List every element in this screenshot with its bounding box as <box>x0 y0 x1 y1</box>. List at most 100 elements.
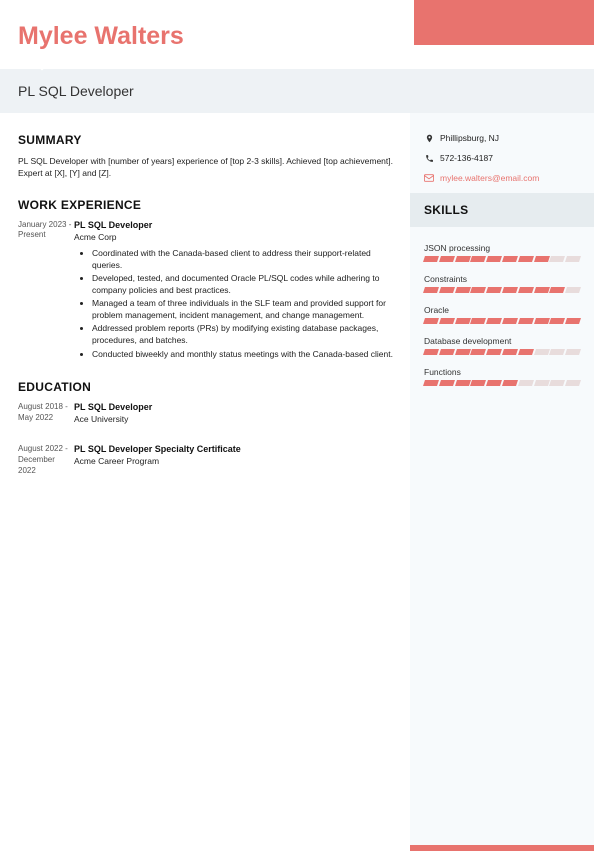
sidebar-column: Phillipsburg, NJ 572-136-4187 mylee.walt… <box>410 113 594 851</box>
summary-section: SUMMARY PL SQL Developer with [number of… <box>18 133 398 180</box>
skill-segment <box>565 287 581 293</box>
skill-name: Oracle <box>424 305 580 315</box>
work-company: Acme Corp <box>74 232 398 242</box>
skill-segment <box>565 380 581 386</box>
work-bullet: Addressed problem reports (PRs) by modif… <box>92 323 398 347</box>
skill-segment <box>439 380 455 386</box>
skill-name: JSON processing <box>424 243 580 253</box>
skill-name: Constraints <box>424 274 580 284</box>
skill-segment <box>423 256 439 262</box>
skill-segment <box>502 380 518 386</box>
skill-segment <box>486 380 502 386</box>
skill-segment <box>486 256 502 262</box>
skill-segment <box>518 256 534 262</box>
skill-item: Constraints <box>424 274 580 293</box>
skill-segment <box>565 256 581 262</box>
skill-segment <box>423 380 439 386</box>
skill-bar <box>424 318 580 324</box>
skill-segment <box>534 349 550 355</box>
skill-segment <box>518 349 534 355</box>
edu-title: PL SQL Developer Specialty Certificate <box>74 444 398 454</box>
skill-bar <box>424 287 580 293</box>
email-icon <box>424 173 434 183</box>
skill-segment <box>534 318 550 324</box>
skill-segment <box>470 318 486 324</box>
work-date: January 2023 - Present <box>18 220 74 363</box>
skill-segment <box>518 287 534 293</box>
contact-phone: 572-136-4187 <box>424 153 580 163</box>
edu-date: August 2022 - December 2022 <box>18 444 74 476</box>
edu-school: Ace University <box>74 414 398 424</box>
work-bullet: Managed a team of three individuals in t… <box>92 298 398 322</box>
summary-text: PL SQL Developer with [number of years] … <box>18 155 398 180</box>
footer-accent-stripe <box>410 845 594 851</box>
skill-segment <box>455 318 471 324</box>
work-entry: January 2023 - Present PL SQL Developer … <box>18 220 398 363</box>
skill-segment <box>549 318 565 324</box>
education-heading: EDUCATION <box>18 380 398 394</box>
skill-segment <box>549 380 565 386</box>
skill-segment <box>486 318 502 324</box>
work-bullets: Coordinated with the Canada-based client… <box>74 248 398 361</box>
skill-bar <box>424 349 580 355</box>
skill-segment <box>470 256 486 262</box>
skill-segment <box>423 349 439 355</box>
skill-segment <box>439 287 455 293</box>
skill-segment <box>439 349 455 355</box>
edu-title: PL SQL Developer <box>74 402 398 412</box>
skill-segment <box>518 318 534 324</box>
skill-segment <box>534 256 550 262</box>
skills-list: JSON processing Constraints Oracle Database… <box>424 243 580 386</box>
education-entry: August 2018 - May 2022 PL SQL Developer … <box>18 402 398 430</box>
contact-location: Phillipsburg, NJ <box>424 133 580 143</box>
skill-item: JSON processing <box>424 243 580 262</box>
phone-icon <box>424 153 434 163</box>
work-heading: WORK EXPERIENCE <box>18 198 398 212</box>
email-text: mylee.walters@email.com <box>440 173 539 183</box>
title-bar: PL SQL Developer <box>0 69 594 113</box>
skill-segment <box>470 287 486 293</box>
skill-segment <box>470 380 486 386</box>
skill-name: Database development <box>424 336 580 346</box>
skill-segment <box>455 349 471 355</box>
skill-item: Database development <box>424 336 580 355</box>
skill-segment <box>439 318 455 324</box>
skill-segment <box>470 349 486 355</box>
edu-school: Acme Career Program <box>74 456 398 466</box>
skill-segment <box>455 256 471 262</box>
skill-segment <box>518 380 534 386</box>
skill-segment <box>534 287 550 293</box>
skill-name: Functions <box>424 367 580 377</box>
work-title: PL SQL Developer <box>74 220 398 230</box>
job-title: PL SQL Developer <box>18 83 576 99</box>
education-entry: August 2022 - December 2022 PL SQL Devel… <box>18 444 398 476</box>
phone-text: 572-136-4187 <box>440 153 493 163</box>
main-column: SUMMARY PL SQL Developer with [number of… <box>0 113 410 851</box>
skill-segment <box>486 349 502 355</box>
skills-header-bar: SKILLS <box>410 193 594 227</box>
work-section: WORK EXPERIENCE January 2023 - Present P… <box>18 198 398 363</box>
skill-bar <box>424 256 580 262</box>
skill-segment <box>455 287 471 293</box>
skill-item: Functions <box>424 367 580 386</box>
skill-item: Oracle <box>424 305 580 324</box>
skill-segment <box>502 318 518 324</box>
skill-bar <box>424 380 580 386</box>
skill-segment <box>549 349 565 355</box>
skill-segment <box>502 287 518 293</box>
skill-segment <box>502 256 518 262</box>
skill-segment <box>423 318 439 324</box>
skill-segment <box>486 287 502 293</box>
header-accent-block <box>414 0 594 45</box>
skill-segment <box>565 318 581 324</box>
location-icon <box>424 133 434 143</box>
work-bullet: Conducted biweekly and monthly status me… <box>92 349 398 361</box>
education-section: EDUCATION August 2018 - May 2022 PL SQL … <box>18 380 398 476</box>
skill-segment <box>423 287 439 293</box>
skill-segment <box>549 287 565 293</box>
skill-segment <box>565 349 581 355</box>
work-bullet: Coordinated with the Canada-based client… <box>92 248 398 272</box>
contact-email: mylee.walters@email.com <box>424 173 580 183</box>
summary-heading: SUMMARY <box>18 133 398 147</box>
skill-segment <box>502 349 518 355</box>
